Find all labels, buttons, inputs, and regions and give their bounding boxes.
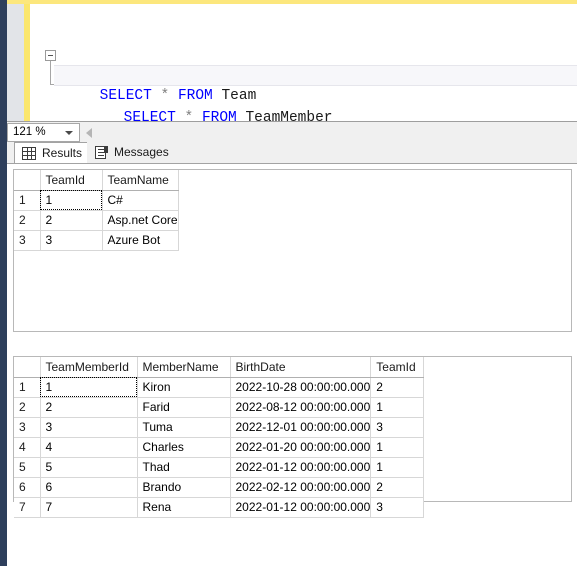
cell-teammemberid[interactable]: 6 [40,477,138,498]
cell-teammemberid[interactable]: 3 [40,417,138,438]
tab-results-label: Results [42,146,83,160]
row-number[interactable]: 1 [14,377,41,398]
sql-star-operator: * [160,88,170,104]
table-row[interactable]: 1 1 Kiron 2022-10-28 00:00:00.000 2 [14,377,425,398]
row-number[interactable]: 3 [14,230,41,251]
cell-teammemberid[interactable]: 7 [40,497,138,518]
cell-teammemberid[interactable]: 4 [40,437,138,458]
table-row[interactable]: 4 4 Charles 2022-01-20 00:00:00.000 1 [14,437,425,458]
cell-teamid[interactable]: 2 [370,477,425,498]
row-number[interactable]: 7 [14,497,41,518]
table-header-row: TeamId TeamName [14,170,179,191]
cell-teamid[interactable]: 2 [370,377,425,398]
sql-keyword-select: SELECT [99,88,152,104]
cell-teamid[interactable]: 1 [370,457,425,478]
column-header-teamid[interactable]: TeamId [370,357,425,378]
chevron-down-icon[interactable] [65,131,73,135]
table-row[interactable]: 5 5 Thad 2022-01-12 00:00:00.000 1 [14,457,425,478]
table-row[interactable]: 2 2 Asp.net Core [14,210,179,231]
cell-membername[interactable]: Rena [137,497,231,518]
table-row[interactable]: 3 3 Azure Bot [14,230,179,251]
table-header-row: TeamMemberId MemberName BirthDate TeamId [14,357,425,378]
editor-text-area[interactable]: SELECT * FROM Team SELECT * FROM TeamMem… [30,4,577,126]
cell-birthdate[interactable]: 2022-12-01 00:00:00.000 [230,417,372,438]
cell-birthdate[interactable]: 2022-02-12 00:00:00.000 [230,477,372,498]
row-number[interactable]: 2 [14,210,41,231]
table-row[interactable]: 1 1 C# [14,190,179,211]
cell-teammemberid[interactable]: 2 [40,397,138,418]
row-number[interactable]: 2 [14,397,41,418]
results-pane: 121 % Results Messages TeamId TeamName 1… [7,121,577,567]
tab-messages-label: Messages [114,145,169,159]
cell-teamid[interactable]: 2 [40,210,103,231]
column-header-membername[interactable]: MemberName [137,357,231,378]
column-header-teammemberid[interactable]: TeamMemberId [40,357,138,378]
row-number[interactable]: 3 [14,417,41,438]
cell-teamid[interactable]: 1 [370,397,425,418]
team-results-table: TeamId TeamName 1 1 C# 2 2 Asp.net Core [14,170,179,251]
cell-teamid[interactable]: 1 [40,190,103,211]
left-dock-strip [0,0,7,566]
tab-messages[interactable]: Messages [87,142,178,164]
column-header-teamname[interactable]: TeamName [102,170,179,191]
cell-birthdate[interactable]: 2022-01-12 00:00:00.000 [230,497,372,518]
sql-table-name: Team [221,88,257,104]
results-toolbar: 121 % [7,123,577,143]
cell-teamid[interactable]: 3 [40,230,103,251]
zoom-level-value: 121 % [13,126,46,138]
cell-teamname[interactable]: Azure Bot [102,230,179,251]
row-number[interactable]: 6 [14,477,41,498]
row-number[interactable]: 1 [14,190,41,211]
cell-membername[interactable]: Farid [137,397,231,418]
code-line-2[interactable]: SELECT * FROM TeamMember [54,65,577,126]
teammember-results-table: TeamMemberId MemberName BirthDate TeamId… [14,357,425,518]
column-header-birthdate[interactable]: BirthDate [230,357,372,378]
table-row[interactable]: 7 7 Rena 2022-01-12 00:00:00.000 3 [14,497,425,518]
cell-teammemberid[interactable]: 1 [40,377,138,398]
table-row[interactable]: 6 6 Brando 2022-02-12 00:00:00.000 2 [14,477,425,498]
document-icon [95,146,108,159]
column-header-teamid[interactable]: TeamId [40,170,103,191]
cell-birthdate[interactable]: 2022-01-12 00:00:00.000 [230,457,372,478]
code-line-1[interactable]: SELECT * FROM Team [30,44,257,104]
results-body: TeamId TeamName 1 1 C# 2 2 Asp.net Core [7,163,577,567]
cell-membername[interactable]: Kiron [137,377,231,398]
table-row[interactable]: 3 3 Tuma 2022-12-01 00:00:00.000 3 [14,417,425,438]
teammember-results-grid[interactable]: TeamMemberId MemberName BirthDate TeamId… [13,356,572,518]
cell-birthdate[interactable]: 2022-01-20 00:00:00.000 [230,437,372,458]
scroll-left-icon[interactable] [86,128,92,138]
cell-teamname[interactable]: Asp.net Core [102,210,179,231]
team-results-grid[interactable]: TeamId TeamName 1 1 C# 2 2 Asp.net Core [13,169,572,332]
cell-membername[interactable]: Thad [137,457,231,478]
cell-birthdate[interactable]: 2022-10-28 00:00:00.000 [230,377,372,398]
cell-teamid[interactable]: 3 [370,417,425,438]
zoom-level-dropdown[interactable]: 121 % [7,123,80,142]
cell-membername[interactable]: Brando [137,477,231,498]
cell-teamid[interactable]: 3 [370,497,425,518]
cell-membername[interactable]: Tuma [137,417,231,438]
cell-teammemberid[interactable]: 5 [40,457,138,478]
grid-icon [22,147,36,160]
row-number[interactable]: 5 [14,457,41,478]
row-number[interactable]: 4 [14,437,41,458]
table-row[interactable]: 2 2 Farid 2022-08-12 00:00:00.000 1 [14,397,425,418]
sql-editor-pane[interactable]: SELECT * FROM Team SELECT * FROM TeamMem… [7,4,577,126]
tab-results[interactable]: Results [14,142,93,164]
cell-teamid[interactable]: 1 [370,437,425,458]
row-header-corner[interactable] [14,170,41,191]
row-header-corner[interactable] [14,357,41,378]
editor-indicator-margin[interactable] [7,4,24,121]
sql-keyword-from: FROM [177,88,213,104]
cell-teamname[interactable]: C# [102,190,179,211]
cell-membername[interactable]: Charles [137,437,231,458]
results-tab-strip: Results Messages [7,142,577,164]
cell-birthdate[interactable]: 2022-08-12 00:00:00.000 [230,397,372,418]
